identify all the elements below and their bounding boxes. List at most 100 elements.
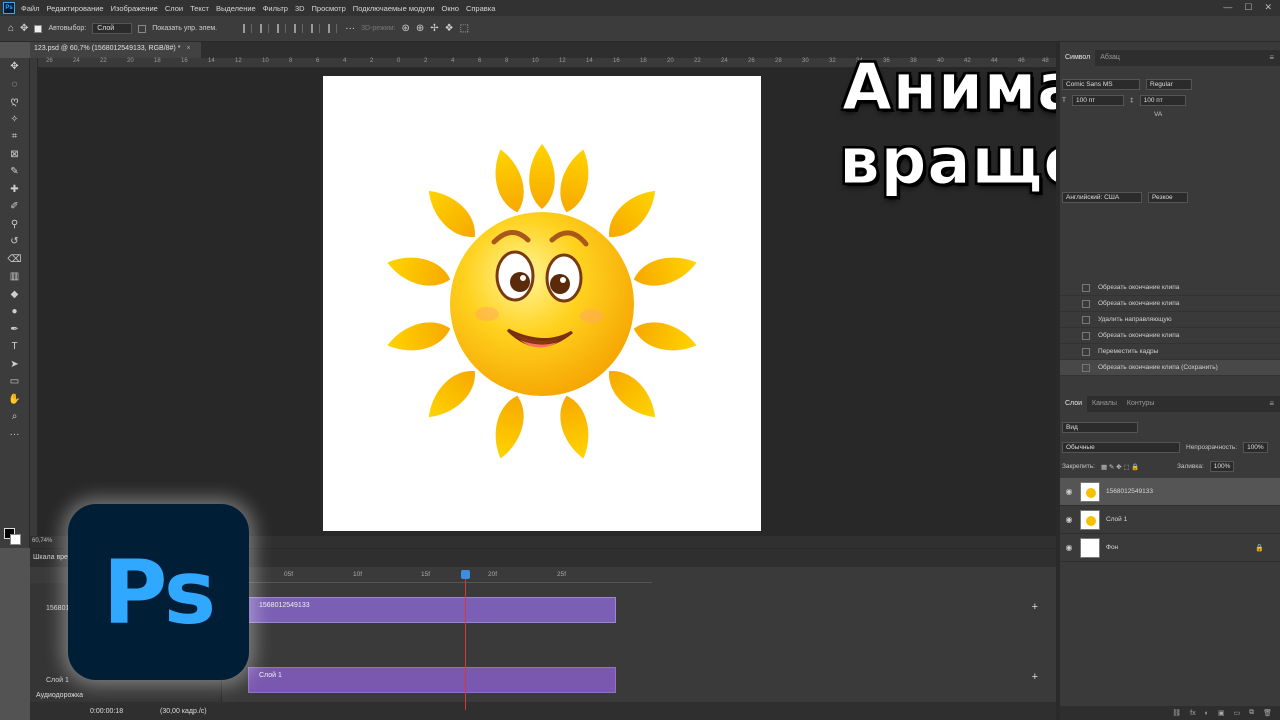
close-tab-icon[interactable]: × (186, 45, 190, 52)
eyedropper-icon[interactable]: ✎ (0, 163, 29, 181)
document-tab[interactable]: 123.psd @ 60,7% (1568012549133, RGB/8#) … (30, 42, 201, 58)
add-media-icon[interactable]: + (1032, 671, 1038, 683)
panel-menu-icon[interactable]: ≡ (1269, 399, 1274, 408)
stamp-tool-icon[interactable]: ⚲ (0, 216, 29, 234)
zoom-tool-icon[interactable]: ⌕ (0, 408, 29, 426)
crop-tool-icon[interactable]: ⌗ (0, 128, 29, 146)
tab-layers[interactable]: Слои (1060, 396, 1088, 412)
brush-tool-icon[interactable]: ✐ (0, 198, 29, 216)
3d-scale-icon[interactable]: ⬚ (460, 23, 469, 34)
history-item[interactable]: Обрезать окончание клипа (1060, 296, 1280, 312)
healing-brush-icon[interactable]: ✚ (0, 181, 29, 199)
3d-orbit-icon[interactable]: ⊛ (401, 23, 409, 34)
visibility-eye-icon[interactable]: ◉ (1060, 515, 1078, 524)
adjustment-icon[interactable]: ▣ (1218, 709, 1225, 717)
align-top-icon[interactable] (294, 24, 304, 33)
menu-image[interactable]: Изображение (111, 4, 158, 13)
menu-file[interactable]: Файл (21, 4, 39, 13)
lock-icons[interactable]: ▦ ✎ ✥ ⬚ 🔒 (1101, 463, 1171, 471)
align-right-icon[interactable] (277, 24, 287, 33)
history-item[interactable]: Обрезать окончание клипа (1060, 328, 1280, 344)
minimize-icon[interactable]: — (1223, 2, 1232, 13)
leading-input[interactable]: 100 пт (1139, 95, 1186, 106)
3d-slide-icon[interactable]: ❖ (445, 23, 454, 34)
background-color-swatch[interactable] (10, 534, 21, 545)
tab-paragraph[interactable]: Абзац (1095, 50, 1125, 66)
path-select-icon[interactable]: ➤ (0, 356, 29, 374)
layer-row[interactable]: ◉ Слой 1 (1060, 506, 1280, 534)
history-item-current[interactable]: Обрезать окончание клипа (Сохранить) (1060, 360, 1280, 376)
gradient-tool-icon[interactable]: ▥ (0, 268, 29, 286)
marquee-tool-icon[interactable]: ◌ (0, 76, 29, 94)
menu-window[interactable]: Окно (442, 4, 459, 13)
close-window-icon[interactable]: ✕ (1264, 2, 1272, 13)
autoselect-dropdown[interactable]: Слой (92, 23, 133, 34)
visibility-eye-icon[interactable]: ◉ (1060, 487, 1078, 496)
dodge-tool-icon[interactable]: ● (0, 303, 29, 321)
frame-tool-icon[interactable]: ⊠ (0, 146, 29, 164)
mask-icon[interactable]: ◐ (1205, 710, 1209, 717)
menu-filter[interactable]: Фильтр (263, 4, 288, 13)
app-logo-icon[interactable]: Ps (3, 2, 15, 14)
menu-layers[interactable]: Слои (165, 4, 183, 13)
font-size-input[interactable]: 100 пт (1071, 95, 1124, 106)
home-icon[interactable]: ⌂ (8, 23, 14, 34)
align-middle-icon[interactable] (311, 24, 321, 33)
align-center-icon[interactable] (260, 24, 270, 33)
tab-paths[interactable]: Контуры (1122, 396, 1159, 412)
layer-row[interactable]: ◉ 1568012549133 (1060, 478, 1280, 506)
timeline-ruler[interactable]: 05f 10f 15f 20f 25f (222, 569, 652, 583)
menu-select[interactable]: Выделение (216, 4, 256, 13)
move-tool-icon[interactable]: ✥ (0, 58, 29, 76)
track-label-2[interactable]: Слой 1 (46, 677, 69, 684)
playhead-handle[interactable] (461, 570, 470, 579)
panel-menu-icon[interactable]: ≡ (1269, 53, 1274, 62)
align-left-icon[interactable] (243, 24, 253, 33)
document-canvas[interactable] (323, 76, 761, 531)
clip-layer-2[interactable]: Слой 1 (248, 667, 616, 693)
clip-layer-1[interactable]: 1568012549133 (248, 597, 616, 623)
align-bottom-icon[interactable] (328, 24, 338, 33)
history-item[interactable]: Обрезать окончание клипа (1060, 280, 1280, 296)
fill-input[interactable]: 100% (1209, 461, 1235, 472)
blend-mode-select[interactable]: Обычные (1062, 442, 1180, 453)
history-brush-icon[interactable]: ↺ (0, 233, 29, 251)
playhead-line[interactable] (465, 570, 466, 710)
track-label-1[interactable]: 156801 (46, 605, 69, 612)
font-style-select[interactable]: Regular (1146, 79, 1192, 90)
add-media-icon[interactable]: + (1032, 601, 1038, 613)
rectangle-tool-icon[interactable]: ▭ (0, 373, 29, 391)
layer-filter-select[interactable]: Вид (1062, 422, 1138, 433)
maximize-icon[interactable]: ☐ (1244, 2, 1252, 13)
tab-channels[interactable]: Каналы (1087, 396, 1122, 412)
menu-type[interactable]: Текст (190, 4, 209, 13)
magic-wand-icon[interactable]: ✧ (0, 111, 29, 129)
autoselect-checkbox[interactable] (34, 24, 43, 33)
menu-view[interactable]: Просмотр (312, 4, 346, 13)
fx-icon[interactable]: fx (1190, 710, 1195, 717)
pen-tool-icon[interactable]: ✒ (0, 321, 29, 339)
group-icon[interactable]: ▭ (1233, 709, 1240, 717)
layer-row[interactable]: ◉ Фон 🔒 (1060, 534, 1280, 562)
eraser-tool-icon[interactable]: ⌫ (0, 251, 29, 269)
menu-help[interactable]: Справка (466, 4, 495, 13)
menu-plugins[interactable]: Подключаемые модули (353, 4, 435, 13)
more-options-icon[interactable]: ··· (345, 23, 355, 34)
menu-3d[interactable]: 3D (295, 4, 305, 13)
antialias-select[interactable]: Резкое (1148, 192, 1188, 203)
type-tool-icon[interactable]: T (0, 338, 29, 356)
language-select[interactable]: Английский: США (1062, 192, 1142, 203)
delete-layer-icon[interactable]: 🗑 (1263, 709, 1272, 717)
tab-character[interactable]: Символ (1060, 50, 1096, 66)
font-family-select[interactable]: Comic Sans MS (1062, 79, 1140, 90)
blur-tool-icon[interactable]: ◆ (0, 286, 29, 304)
3d-pan-icon[interactable]: ✢ (430, 23, 438, 34)
lasso-tool-icon[interactable]: ღ (0, 93, 29, 111)
new-layer-icon[interactable]: ⧉ (1249, 709, 1254, 717)
history-item[interactable]: Удалить направляющую (1060, 312, 1280, 328)
hand-tool-icon[interactable]: ✋ (0, 391, 29, 409)
show-controls-checkbox[interactable] (138, 24, 147, 33)
history-item[interactable]: Переместить кадры (1060, 344, 1280, 360)
move-tool-icon[interactable]: ✥ (20, 23, 28, 34)
visibility-eye-icon[interactable]: ◉ (1060, 543, 1078, 552)
